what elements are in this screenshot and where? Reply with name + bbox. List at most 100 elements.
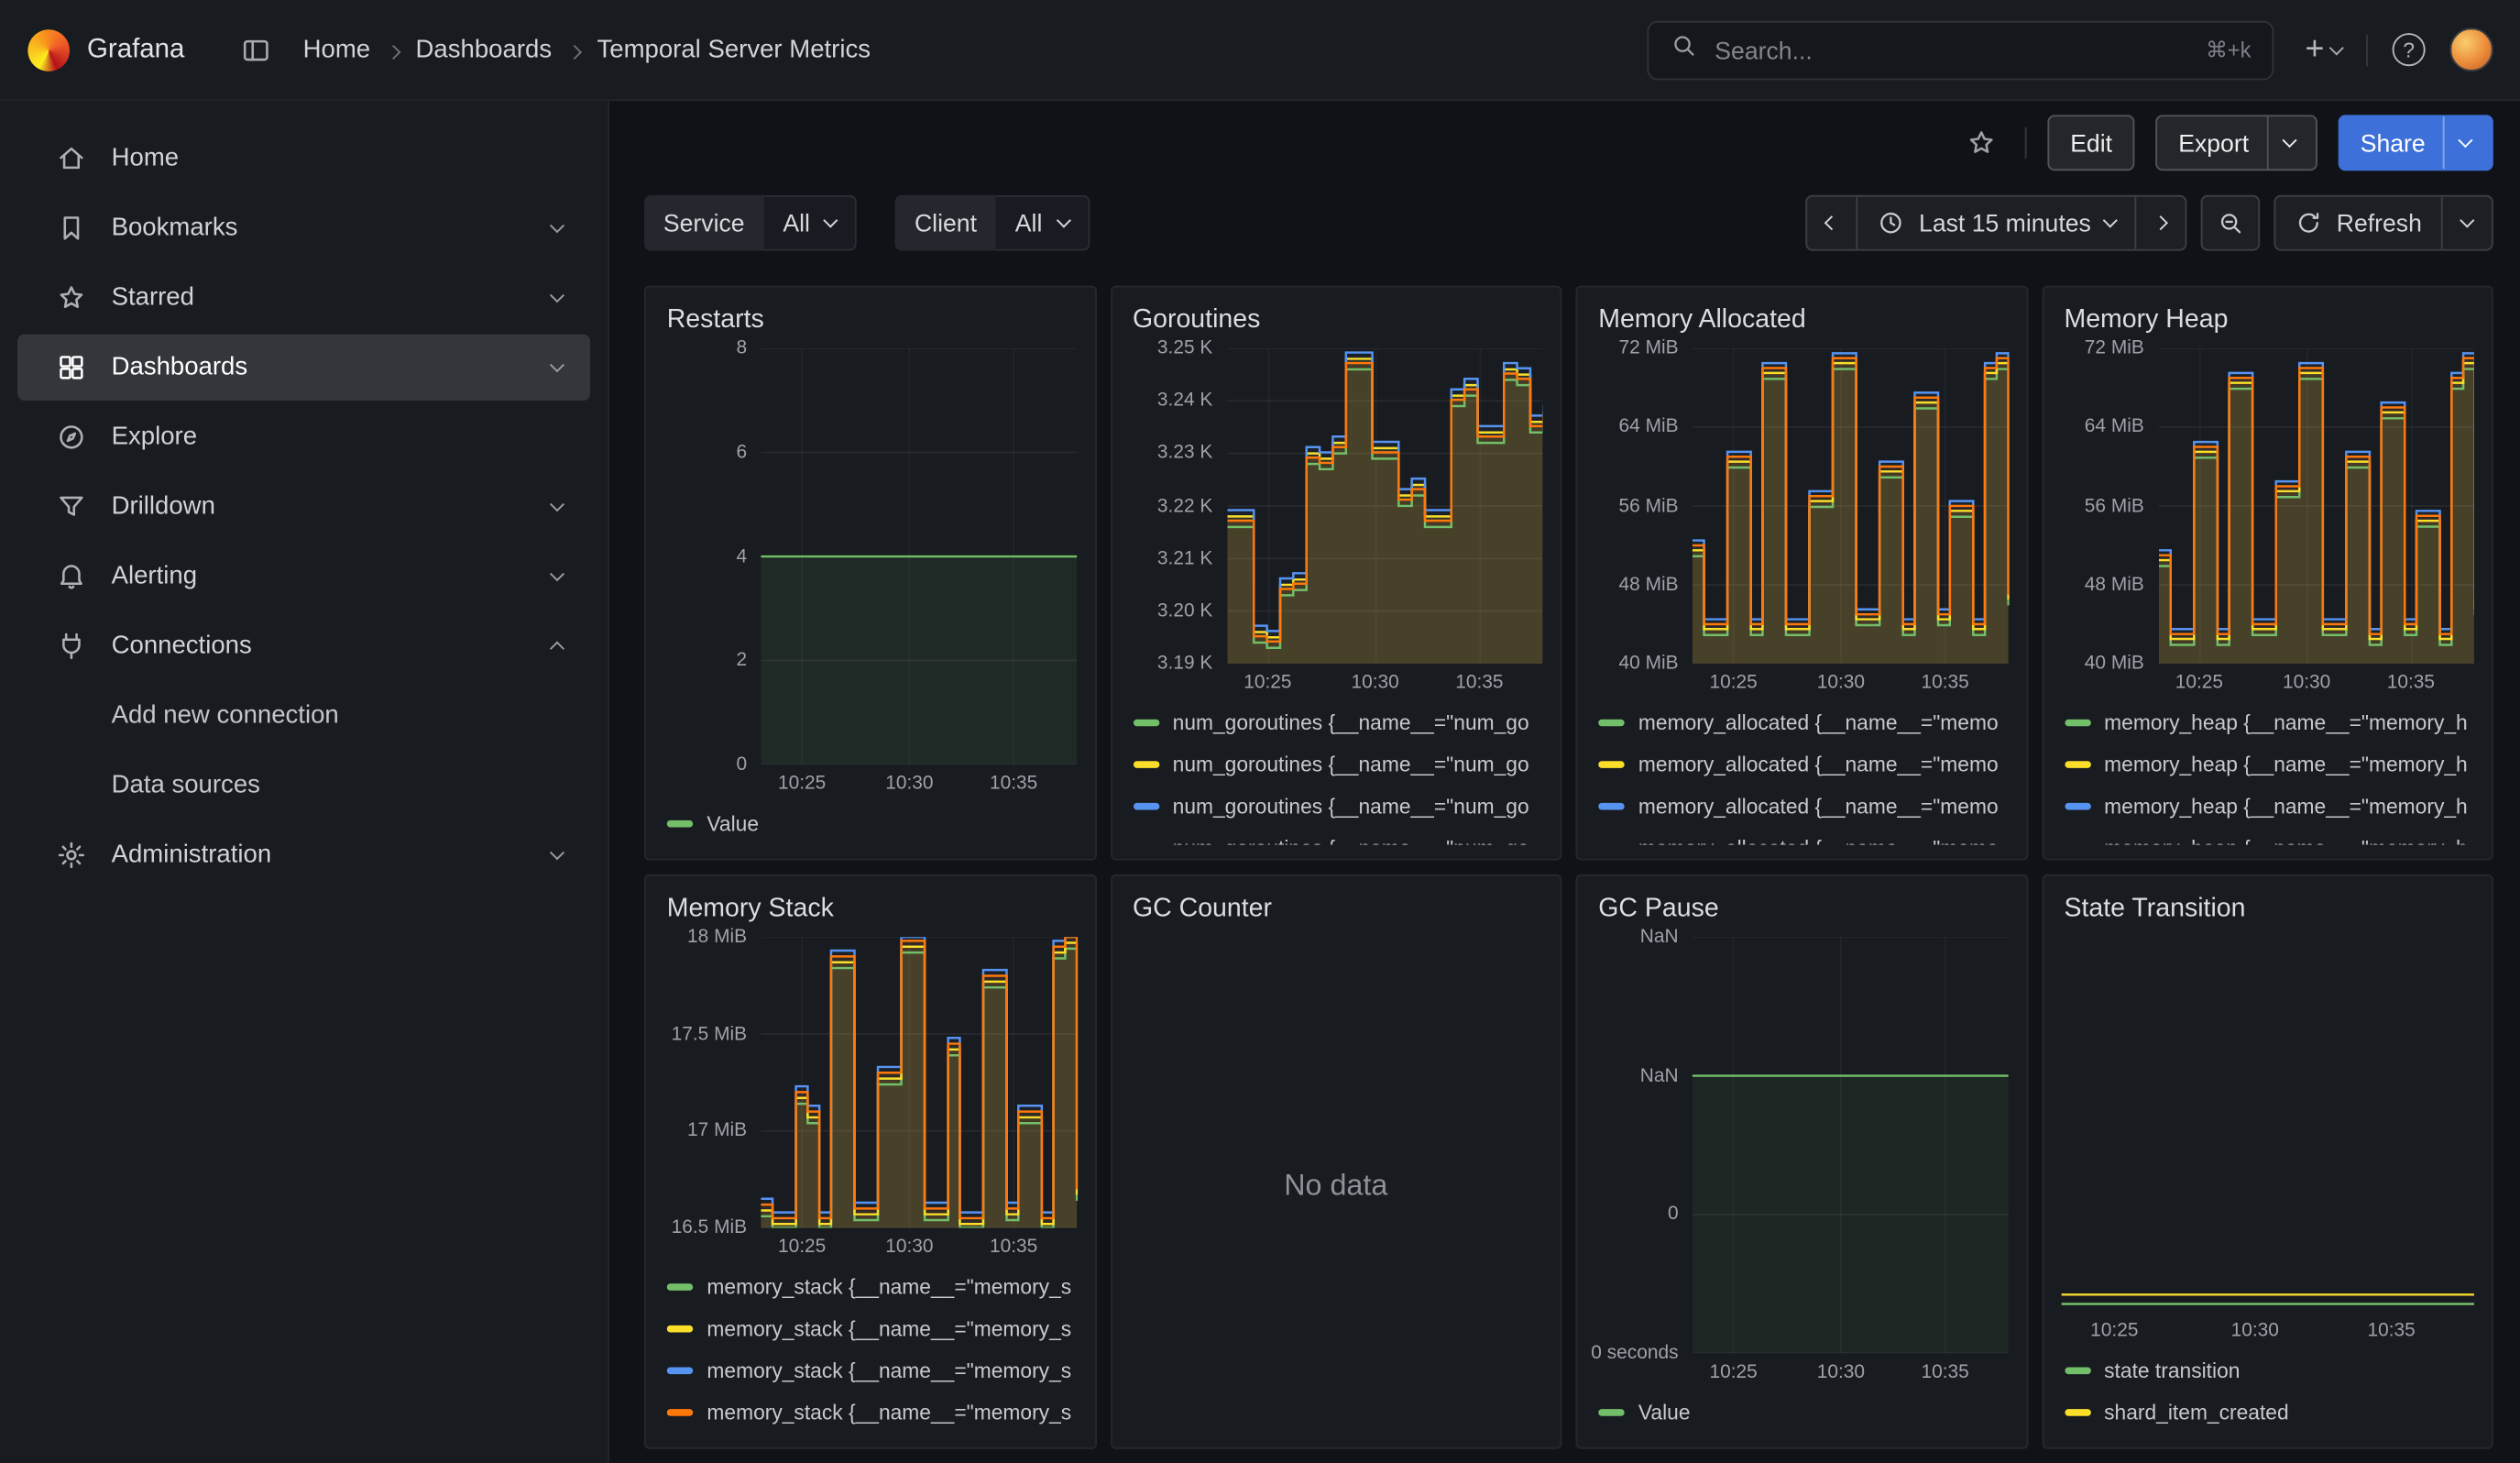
- legend-item[interactable]: memory_stack {__name__="memory_s: [667, 1308, 1074, 1350]
- sidebar-item-drilldown[interactable]: Drilldown: [17, 474, 590, 540]
- refresh-label: Refresh: [2337, 209, 2422, 236]
- client-variable-dropdown[interactable]: All: [996, 195, 1090, 251]
- x-axis: 10:2510:3010:35: [1693, 1353, 2009, 1388]
- legend-item[interactable]: num_goroutines {__name__="num_go: [1133, 786, 1539, 828]
- new-menu-button[interactable]: [2298, 27, 2349, 73]
- clock-icon: [1877, 209, 1904, 236]
- sidebar-item-explore[interactable]: Explore: [17, 404, 590, 470]
- x-axis: 10:2510:3010:35: [1227, 664, 1543, 698]
- sidebar-item-dashboards[interactable]: Dashboards: [17, 335, 590, 401]
- legend-item[interactable]: memory_allocated {__name__="memo: [1598, 702, 2005, 744]
- y-axis: 72 MiB64 MiB56 MiB48 MiB40 MiB: [2061, 348, 2158, 664]
- y-tick-label: 3.22 K: [1157, 496, 1212, 517]
- breadcrumb-item-home[interactable]: Home: [303, 36, 371, 63]
- legend-item[interactable]: memory_stack {__name__="memory_s: [667, 1350, 1074, 1392]
- legend-dash: [667, 1326, 694, 1333]
- x-axis: 10:2510:3010:35: [761, 764, 1077, 799]
- sidebar-nav: Home Bookmarks Starred Dashboards Explor…: [0, 101, 609, 1463]
- plot[interactable]: [2061, 937, 2474, 1311]
- sidebar-item-label: Starred: [112, 284, 194, 312]
- legend-item[interactable]: memory_allocated {__name__="memo: [1598, 786, 2005, 828]
- y-tick-label: 56 MiB: [1619, 496, 1679, 517]
- time-range-picker[interactable]: Last 15 minutes: [1857, 197, 2135, 249]
- breadcrumb-item-current: Temporal Server Metrics: [597, 36, 871, 63]
- zoom-out-icon[interactable]: [2201, 195, 2261, 251]
- help-icon[interactable]: [2385, 27, 2432, 73]
- sidebar-item-administration[interactable]: Administration: [17, 822, 590, 888]
- legend-label: num_goroutines {__name__="num_go: [1173, 753, 1529, 777]
- chevron-down-icon[interactable]: [552, 850, 562, 860]
- legend-item[interactable]: memory_heap {__name__="memory_h: [2064, 828, 2471, 845]
- plot[interactable]: [1693, 937, 2009, 1353]
- legend-item[interactable]: memory_heap {__name__="memory_h: [2064, 743, 2471, 786]
- favorite-star-icon[interactable]: [1959, 120, 2004, 165]
- export-dropdown-caret[interactable]: [2266, 116, 2294, 169]
- chevron-down-icon[interactable]: [552, 571, 562, 581]
- service-variable-label: Service: [644, 195, 764, 251]
- search-box[interactable]: ⌘+k: [1647, 20, 2273, 80]
- plot[interactable]: [1693, 348, 2009, 664]
- legend-item[interactable]: memory_heap {__name__="memory_h: [2064, 702, 2471, 744]
- refresh-button[interactable]: Refresh: [2275, 197, 2441, 249]
- x-tick-label: 10:25: [1709, 672, 1757, 693]
- search-shortcut-hint: ⌘+k: [2206, 37, 2252, 63]
- panel-title[interactable]: Memory Heap: [2064, 305, 2473, 335]
- legend-item[interactable]: Value: [667, 803, 1074, 845]
- y-tick-label: 48 MiB: [2085, 575, 2144, 596]
- panel-title[interactable]: Restarts: [667, 305, 1077, 335]
- chevron-down-icon[interactable]: [552, 362, 562, 372]
- panel-title[interactable]: GC Pause: [1598, 894, 2008, 923]
- panel-title[interactable]: Memory Allocated: [1598, 305, 2008, 335]
- chevron-down-icon[interactable]: [552, 501, 562, 512]
- refresh-interval-dropdown[interactable]: [2441, 197, 2492, 249]
- panel-title[interactable]: GC Counter: [1133, 894, 1542, 923]
- legend-item[interactable]: memory_stack {__name__="memory_s: [667, 1392, 1074, 1434]
- export-button[interactable]: Export: [2156, 115, 2317, 170]
- share-button[interactable]: Share: [2338, 115, 2493, 170]
- plot[interactable]: [1227, 348, 1543, 664]
- sidebar-item-alerting[interactable]: Alerting: [17, 544, 590, 610]
- share-dropdown-caret[interactable]: [2443, 116, 2471, 169]
- legend-item[interactable]: memory_stack {__name__="memory_s: [667, 1266, 1074, 1308]
- chevron-down-icon[interactable]: [552, 223, 562, 233]
- divider: [2025, 127, 2027, 159]
- dock-menu-icon[interactable]: [234, 27, 279, 72]
- legend-item[interactable]: num_goroutines {__name__="num_go: [1133, 743, 1539, 786]
- legend-item[interactable]: Value: [1598, 1392, 2005, 1434]
- legend-item[interactable]: memory_allocated {__name__="memo: [1598, 743, 2005, 786]
- legend-item[interactable]: memory_allocated {__name__="memo: [1598, 828, 2005, 845]
- sidebar-item-connections[interactable]: Connections: [17, 613, 590, 679]
- panel-title[interactable]: State Transition: [2064, 894, 2473, 923]
- legend-dash: [2064, 803, 2090, 810]
- panel-title[interactable]: Goroutines: [1133, 305, 1542, 335]
- sidebar-item-label: Administration: [112, 842, 272, 869]
- legend-label: Value: [707, 811, 759, 836]
- sidebar-item-add-new-connection[interactable]: Add new connection: [17, 683, 590, 749]
- legend-item[interactable]: memory_heap {__name__="memory_h: [2064, 786, 2471, 828]
- panel-title[interactable]: Memory Stack: [667, 894, 1077, 923]
- sidebar-item-bookmarks[interactable]: Bookmarks: [17, 195, 590, 261]
- user-avatar[interactable]: [2449, 28, 2493, 72]
- legend-item[interactable]: shard_item_created: [2064, 1392, 2471, 1434]
- x-tick-label: 10:25: [1244, 672, 1291, 693]
- grafana-logo-icon[interactable]: [27, 28, 70, 71]
- sidebar-item-home[interactable]: Home: [17, 126, 590, 192]
- breadcrumb-item-dashboards[interactable]: Dashboards: [416, 36, 553, 63]
- time-shift-back-button[interactable]: [1807, 197, 1856, 249]
- service-variable-dropdown[interactable]: All: [764, 195, 858, 251]
- time-picker-group: Last 15 minutes: [1806, 195, 2187, 251]
- time-shift-forward-button[interactable]: [2134, 197, 2185, 249]
- plot[interactable]: [761, 348, 1077, 764]
- legend-item[interactable]: state transition: [2064, 1350, 2471, 1392]
- edit-button[interactable]: Edit: [2047, 115, 2134, 170]
- search-input[interactable]: [1711, 34, 2191, 65]
- plot[interactable]: [761, 937, 1077, 1227]
- legend-item[interactable]: num_goroutines {__name__="num_go: [1133, 702, 1539, 744]
- sidebar-item-data-sources[interactable]: Data sources: [17, 753, 590, 819]
- chevron-up-icon[interactable]: [552, 641, 562, 651]
- sidebar-item-starred[interactable]: Starred: [17, 265, 590, 331]
- chevron-down-icon[interactable]: [552, 292, 562, 302]
- legend-item[interactable]: num_goroutines {__name__="num_go: [1133, 828, 1539, 845]
- sidebar-item-label: Drilldown: [112, 493, 215, 521]
- plot[interactable]: [2158, 348, 2474, 664]
